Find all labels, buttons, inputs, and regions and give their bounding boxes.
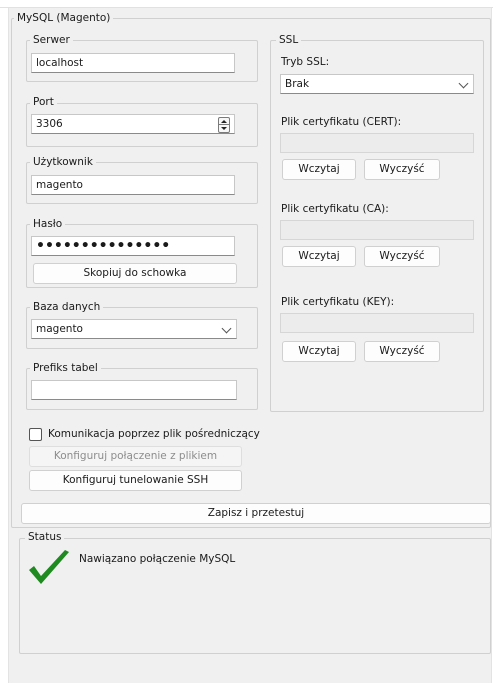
configure-file-connection-button[interactable]: Konfiguruj połączenie z plikiem [29, 446, 242, 467]
save-and-test-button[interactable]: Zapisz i przetestuj [21, 503, 491, 524]
ssl-title: SSL [276, 34, 302, 46]
ca-clear-button[interactable]: Wyczyść [364, 246, 440, 267]
proxy-file-checkbox[interactable] [29, 428, 42, 441]
chevron-down-icon [458, 78, 469, 89]
key-load-button[interactable]: Wczytaj [282, 341, 356, 362]
password-label: Hasło [30, 218, 66, 230]
password-input[interactable]: ••••••••••••••• [31, 236, 235, 256]
mysql-group-title: MySQL (Magento) [14, 12, 114, 24]
ca-load-button[interactable]: Wczytaj [282, 246, 356, 267]
stepper-up-icon[interactable] [221, 120, 227, 123]
user-input[interactable]: magento [31, 175, 235, 195]
configure-ssh-tunnel-button[interactable]: Konfiguruj tunelowanie SSH [29, 470, 242, 491]
user-label: Użytkownik [30, 156, 96, 168]
copy-to-clipboard-button[interactable]: Skopiuj do schowka [33, 263, 237, 284]
database-value: magento [36, 323, 83, 335]
key-clear-button[interactable]: Wyczyść [364, 341, 440, 362]
proxy-file-label[interactable]: Komunikacja poprzez plik pośredniczący [48, 428, 260, 440]
ca-input[interactable] [280, 220, 474, 240]
cert-label: Plik certyfikatu (CERT): [281, 116, 402, 128]
server-label: Serwer [30, 34, 73, 46]
status-message: Nawiązano połączenie MySQL [79, 553, 236, 565]
port-label: Port [30, 96, 57, 108]
port-input[interactable]: 3306 [31, 114, 235, 134]
cert-clear-button[interactable]: Wyczyść [364, 159, 440, 180]
port-value: 3306 [36, 118, 63, 130]
window-top-strip [0, 0, 493, 8]
prefix-input[interactable] [31, 380, 237, 400]
stepper-down-icon[interactable] [221, 127, 227, 130]
database-select[interactable]: magento [31, 319, 237, 339]
ca-label: Plik certyfikatu (CA): [281, 203, 389, 215]
ssl-mode-select[interactable]: Brak [280, 74, 474, 94]
status-title: Status [25, 531, 65, 543]
prefix-label: Prefiks tabel [30, 362, 101, 374]
cert-input[interactable] [280, 133, 474, 153]
key-label: Plik certyfikatu (KEY): [281, 296, 395, 308]
key-input[interactable] [280, 313, 474, 333]
database-label: Baza danych [30, 301, 104, 313]
ssl-mode-label: Tryb SSL: [281, 56, 330, 68]
chevron-down-icon [221, 323, 232, 334]
checkmark-icon [27, 548, 71, 588]
server-input[interactable]: localhost [31, 53, 235, 73]
port-stepper[interactable] [218, 117, 230, 133]
ssl-mode-value: Brak [285, 78, 310, 90]
cert-load-button[interactable]: Wczytaj [282, 159, 356, 180]
